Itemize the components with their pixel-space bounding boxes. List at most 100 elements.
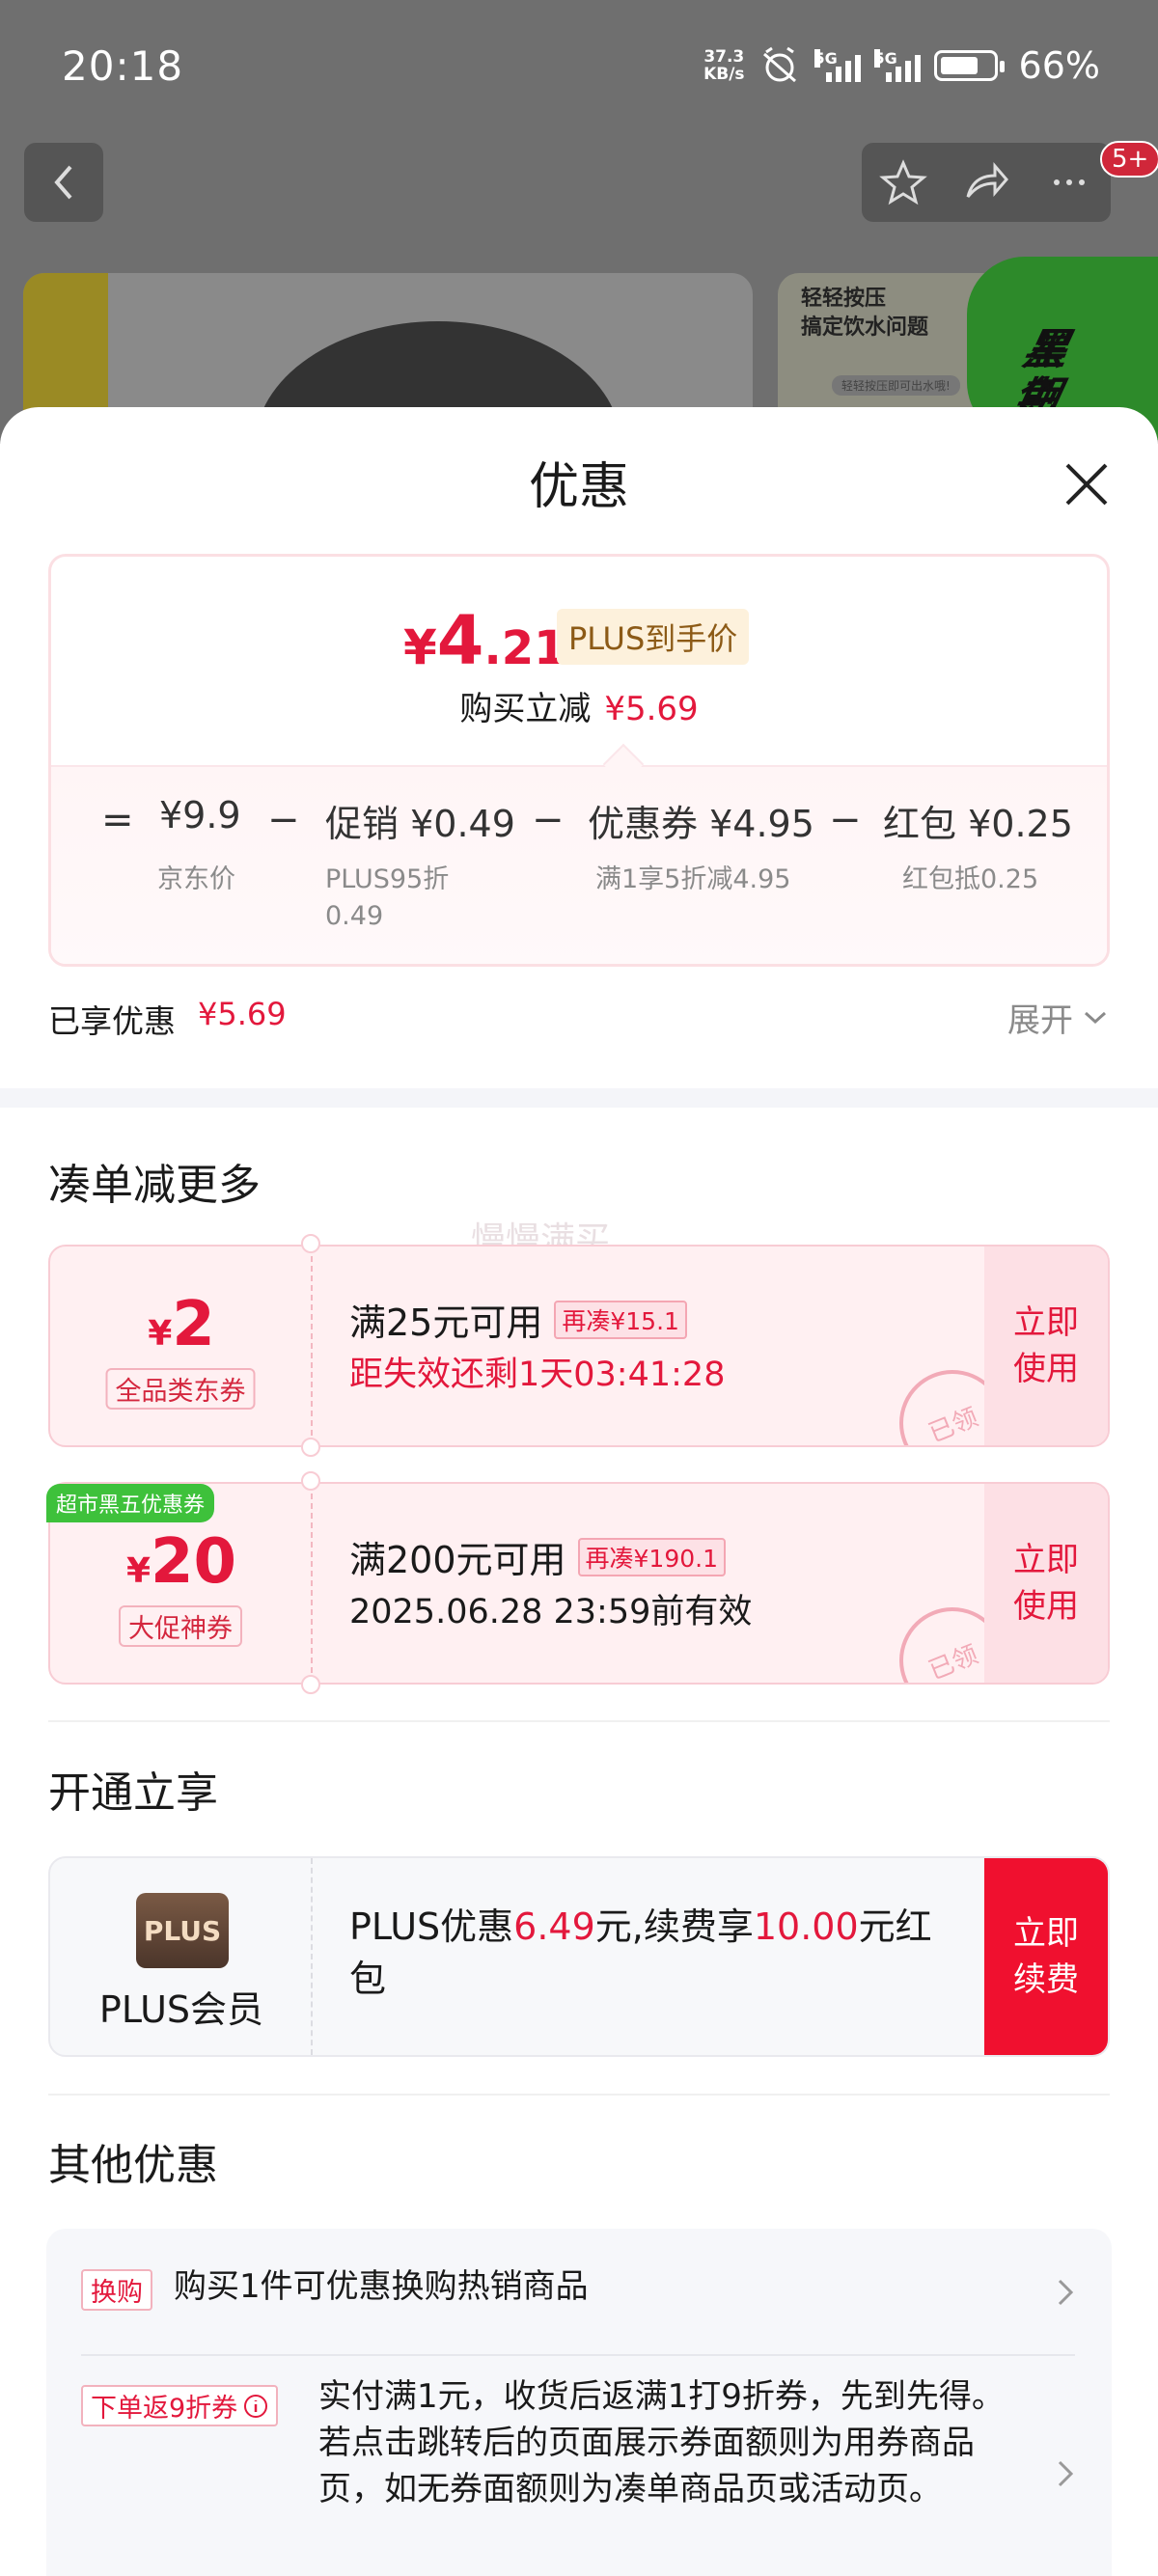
section-title-more: 凑单减更多	[48, 1161, 261, 1210]
alarm-off-icon	[762, 46, 796, 83]
coupon-valid-until: 2025.06.28 23:59前有效	[349, 1593, 753, 1631]
promo-value: ¥0.49	[410, 803, 515, 845]
instant-reduce-value: ¥5.69	[604, 690, 699, 728]
coupon-topup-pill: 再凑¥190.1	[577, 1537, 727, 1576]
coupon-notch	[301, 1471, 320, 1491]
plus-price-tag: PLUS到手价	[557, 609, 750, 665]
coupon-name: 优惠券	[588, 803, 699, 845]
promo-name: 促销	[325, 803, 400, 845]
final-price: ¥ 4 .21	[403, 601, 566, 680]
instant-reduce-label: 购买立减	[459, 690, 592, 728]
chevron-left-icon	[54, 165, 72, 200]
offer-row-cashback[interactable]: 下单返9折券 实付满1元，收货后返满1打9折券，先到先得。若点击跳转后的页面展示…	[81, 2373, 1075, 2576]
offer-tag: 换购	[81, 2269, 152, 2311]
offers-sheet: 优惠 ¥ 4 .21 PLUS到手价 购买立减 ¥5.69 = ¥9.9 京东价 …	[0, 407, 1158, 2576]
black-friday-coupon-badge: 超市黑五优惠券	[46, 1484, 215, 1522]
coupon-card: ¥2 全品类东券 满25元可用 再凑¥15.1 距失效还剩1天03:41:28 …	[48, 1245, 1110, 1447]
enjoyed-discount-label: 已享优惠	[48, 1002, 176, 1040]
use-button-line-2: 使用	[1013, 1587, 1079, 1626]
status-icons: 37.3 KB/s 5G 5G 66%	[703, 44, 1100, 87]
use-coupon-button[interactable]: 立即 使用	[984, 1247, 1108, 1445]
coupon-notch	[301, 1438, 320, 1457]
coupon-condition-text: 满200元可用	[349, 1539, 566, 1581]
expand-button[interactable]: 展开	[1007, 994, 1108, 1041]
coupon-topup-pill: 再凑¥15.1	[554, 1300, 687, 1339]
use-button-line-1: 立即	[1013, 1303, 1079, 1342]
coupon-expiry-countdown: 距失效还剩1天03:41:28	[349, 1356, 726, 1394]
equals-sign: =	[101, 798, 134, 842]
signal-icon-2: 5G	[873, 49, 921, 82]
expand-label: 展开	[1007, 1001, 1073, 1040]
coupon-amount: ¥2	[50, 1289, 313, 1360]
net-type-2: 5G	[873, 49, 897, 68]
coupon-term: 优惠券 ¥4.95	[588, 794, 814, 847]
coupon-value-area: ¥2 全品类东券	[50, 1247, 313, 1445]
divider	[81, 2354, 1075, 2356]
plus-amount-a: 6.49	[513, 1905, 595, 1948]
final-price-decimal: .21	[483, 621, 566, 675]
base-price-label: 京东价	[157, 864, 235, 894]
use-coupon-button[interactable]: 立即 使用	[984, 1484, 1108, 1683]
coupon-currency: ¥	[148, 1314, 173, 1354]
side-card-text: 轻轻按压 搞定饮水问题	[801, 285, 928, 343]
use-button-line-1: 立即	[1013, 1541, 1079, 1579]
divider	[48, 2094, 1110, 2096]
message-count-badge: 5+	[1100, 141, 1158, 178]
chevron-down-icon	[1084, 1011, 1107, 1024]
coupon-amount: ¥20	[50, 1526, 313, 1598]
coupon-type: 大促神券	[119, 1605, 242, 1647]
enjoyed-discount-value: ¥5.69	[198, 996, 287, 1032]
net-speed-unit: KB/s	[703, 65, 745, 84]
other-offers-list: 换购 购买1件可优惠换购热销商品 下单返9折券 实付满1元，收货后返满1打9折券…	[46, 2229, 1112, 2576]
renew-line-1: 立即	[1013, 1914, 1079, 1953]
plus-amount-b: 10.00	[753, 1905, 859, 1948]
promo-term: 促销 ¥0.49	[325, 794, 515, 847]
chevron-right-icon	[1058, 2279, 1074, 2306]
offer-tag: 下单返9折券	[81, 2385, 279, 2426]
signal-icon-1: 5G	[813, 49, 861, 82]
star-icon[interactable]	[879, 158, 927, 206]
net-speed: 37.3 KB/s	[703, 48, 744, 83]
plus-text-b: 元,续费享	[594, 1905, 754, 1948]
net-type-1: 5G	[813, 49, 838, 68]
base-price: ¥9.9	[159, 794, 241, 836]
divider	[48, 1720, 1110, 1722]
price-breakdown-card: ¥ 4 .21 PLUS到手价 购买立减 ¥5.69 = ¥9.9 京东价 − 促…	[48, 554, 1110, 967]
price-formula: = ¥9.9 京东价 − 促销 ¥0.49 PLUS95折 0.49 − 优惠券…	[51, 765, 1107, 964]
promo-label: PLUS95折 0.49	[325, 862, 449, 935]
redpack-term: 红包 ¥0.25	[883, 794, 1073, 847]
final-price-integer: 4	[436, 601, 484, 680]
coupon-amount-number: 20	[151, 1526, 237, 1598]
status-bar: 20:18 37.3 KB/s 5G 5G 66%	[0, 0, 1158, 135]
coupon-condition-text: 满25元可用	[349, 1302, 543, 1344]
more-icon[interactable]	[1045, 158, 1093, 206]
coupon-condition: 满25元可用 再凑¥15.1	[349, 1293, 687, 1346]
offer-tag-label: 下单返9折券	[91, 2394, 238, 2424]
side-card-pill: 轻轻按压即可出水哦!	[832, 375, 960, 396]
plus-offer-text: PLUS优惠6.49元,续费享10.00元红包	[349, 1901, 967, 2005]
sheet-title: 优惠	[528, 458, 629, 516]
offer-row-exchange[interactable]: 换购 购买1件可优惠换购热销商品	[81, 2263, 1075, 2321]
renew-line-2: 续费	[1013, 1960, 1079, 1999]
close-icon[interactable]	[1058, 455, 1116, 513]
coupon-currency: ¥	[125, 1551, 151, 1591]
battery-icon	[933, 50, 1005, 81]
offer-text: 购买1件可优惠换购热销商品	[174, 2267, 589, 2306]
coupon-notch	[301, 1675, 320, 1694]
side-card-line-1: 轻轻按压	[801, 287, 887, 311]
redpack-value: ¥0.25	[968, 803, 1073, 845]
back-button[interactable]	[24, 143, 103, 222]
nav-action-group	[862, 143, 1111, 222]
info-icon[interactable]	[243, 2394, 268, 2419]
share-icon[interactable]	[962, 158, 1010, 206]
plus-logo-area: PLUS PLUS会员	[50, 1858, 313, 2055]
use-button-line-2: 使用	[1013, 1350, 1079, 1388]
plus-member-name: PLUS会员	[98, 1988, 264, 2031]
coupon-condition: 满200元可用 再凑¥190.1	[349, 1530, 727, 1583]
minus-sign: −	[267, 798, 300, 842]
renew-plus-button[interactable]: 立即 续费	[984, 1858, 1108, 2055]
section-title-plus: 开通立享	[48, 1768, 218, 1818]
redpack-label: 红包抵0.25	[902, 864, 1039, 894]
redpack-name: 红包	[883, 803, 957, 845]
promo-label-line-1: PLUS95折	[325, 864, 450, 894]
